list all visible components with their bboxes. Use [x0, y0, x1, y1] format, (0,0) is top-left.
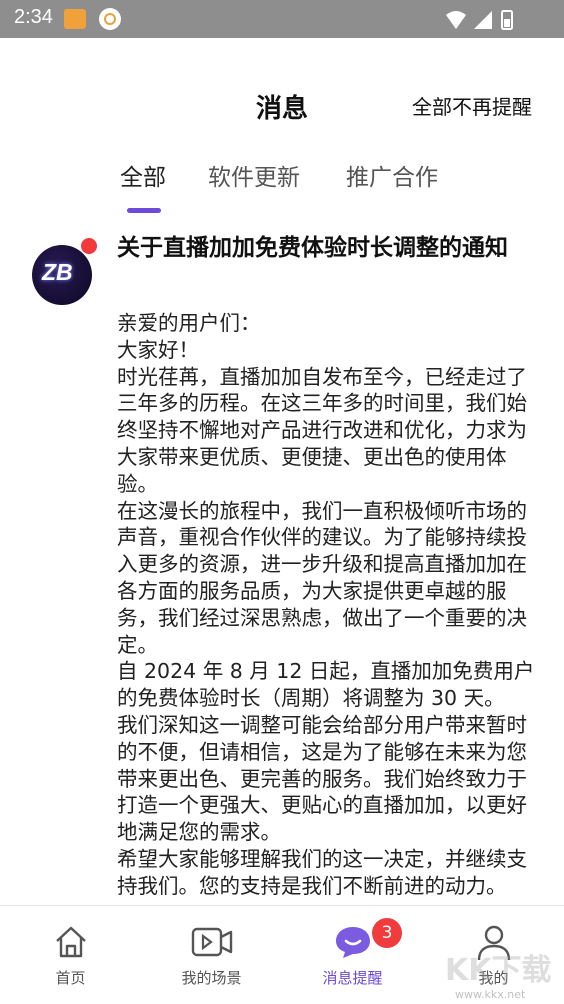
- nav-home[interactable]: 首页: [0, 906, 141, 1004]
- message-paragraph: 希望大家能够理解我们的这一决定，并继续支持我们。您的支持是我们不断前进的动力。: [117, 846, 527, 898]
- wifi-signal-battery-icon: [446, 10, 513, 30]
- status-time: 2:34: [14, 6, 53, 28]
- message-body: 亲爱的用户们： 大家好！ 时光荏苒，直播加加自发布至今，已经走过了三年多的历程。…: [117, 310, 537, 904]
- nav-my-scenes[interactable]: 我的场景: [141, 906, 282, 1004]
- home-icon: [53, 924, 89, 964]
- message-paragraph: 时光荏苒，直播加加自发布至今，已经走过了三年多的历程。在这三年多的时间里，我们始…: [117, 364, 527, 496]
- chat-bubble-icon: [333, 924, 373, 964]
- message-paragraph: 亲爱的用户们：: [117, 311, 261, 335]
- tab-partnership[interactable]: 推广合作: [346, 158, 438, 192]
- tab-bar: 全部 软件更新 推广合作: [0, 158, 564, 218]
- message-paragraph: 自 2024 年 8 月 12 日起，直播加加免费用户的免费体验时长（周期）将调…: [117, 659, 535, 711]
- tab-all[interactable]: 全部: [120, 158, 166, 192]
- message-title[interactable]: 关于直播加加免费体验时长调整的通知: [117, 230, 532, 267]
- tab-software-updates[interactable]: 软件更新: [208, 158, 300, 192]
- avatar[interactable]: ZB: [32, 245, 92, 305]
- nav-messages-label: 消息提醒: [322, 969, 383, 987]
- mute-all-button[interactable]: 全部不再提醒: [412, 91, 532, 120]
- status-right-icons: [444, 9, 524, 35]
- tab-indicator: [127, 208, 161, 213]
- app-notification-icon: [64, 9, 86, 29]
- watermark: KK下载: [445, 953, 552, 988]
- message-count-badge: 3: [372, 918, 402, 948]
- message-paragraph: 我们深知这一调整可能会给部分用户带来暂时的不便，但请相信，这是为了能够在未来为您…: [117, 712, 527, 845]
- nav-home-label: 首页: [55, 969, 86, 987]
- unread-dot: [81, 238, 97, 254]
- browser-notification-icon: [99, 8, 121, 30]
- nav-my-scenes-label: 我的场景: [181, 969, 242, 987]
- message-paragraph: 大家好！: [117, 337, 199, 362]
- nav-messages[interactable]: 消息提醒: [282, 906, 423, 1004]
- video-icon: [190, 924, 234, 964]
- status-bar: 2:34: [0, 0, 564, 38]
- avatar-logo-text: ZB: [42, 259, 73, 285]
- watermark-url: www.kkx.net: [455, 988, 526, 1001]
- message-paragraph: 在这漫长的旅程中，我们一直积极倾听市场的声音，重视合作伙伴的建议。为了能够持续投…: [117, 498, 527, 657]
- header: 消息 全部不再提醒: [0, 38, 564, 168]
